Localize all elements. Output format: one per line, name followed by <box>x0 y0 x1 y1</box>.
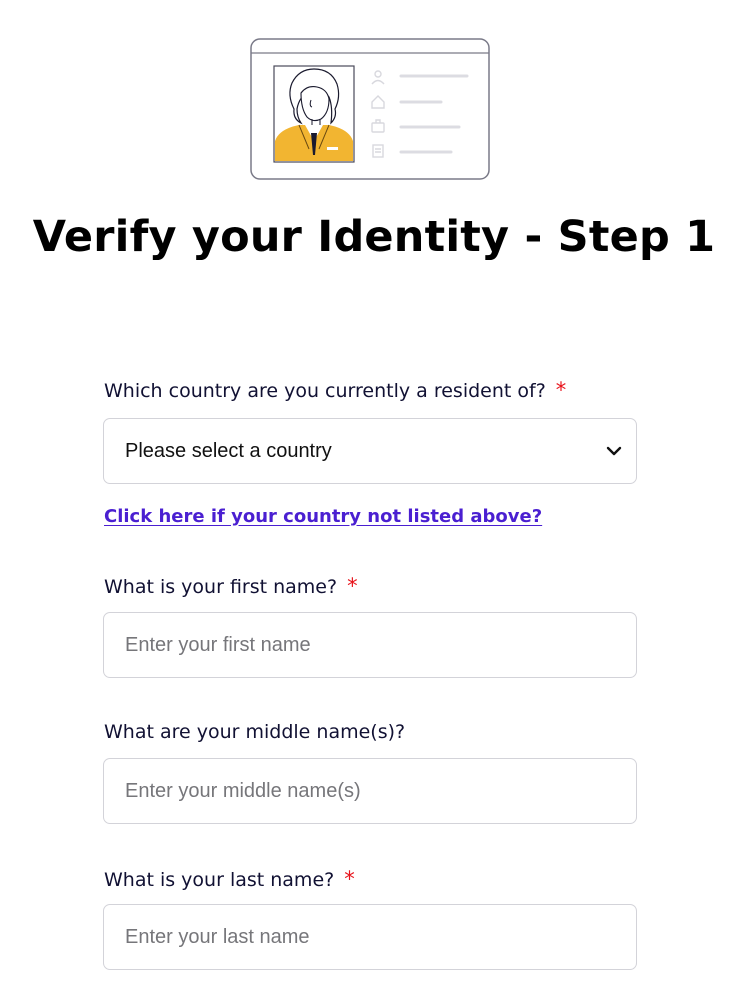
first-name-field <box>103 612 637 678</box>
id-card-illustration <box>250 38 490 180</box>
first-name-label-text: What is your first name? <box>104 576 338 598</box>
middle-name-field <box>103 758 637 824</box>
last-name-label-text: What is your last name? <box>104 869 335 891</box>
last-name-label: What is your last name? * <box>104 867 355 891</box>
page-title: Verify your Identity - Step 1 <box>32 212 716 262</box>
last-name-field <box>103 904 637 970</box>
country-label-text: Which country are you currently a reside… <box>104 380 546 402</box>
last-name-input[interactable] <box>104 905 636 969</box>
required-marker: * <box>555 378 567 402</box>
country-label: Which country are you currently a reside… <box>104 378 566 402</box>
first-name-input[interactable] <box>104 613 636 677</box>
chevron-down-icon <box>606 446 622 456</box>
required-marker: * <box>344 867 355 891</box>
first-name-label: What is your first name? * <box>104 574 358 598</box>
country-select[interactable]: Please select a country <box>103 418 637 484</box>
middle-name-label: What are your middle name(s)? <box>104 721 405 743</box>
country-not-listed-link[interactable]: Click here if your country not listed ab… <box>104 506 542 527</box>
country-select-value: Please select a country <box>125 440 332 462</box>
middle-name-label-text: What are your middle name(s)? <box>104 721 406 743</box>
required-marker: * <box>347 574 358 598</box>
middle-name-input[interactable] <box>104 759 636 823</box>
